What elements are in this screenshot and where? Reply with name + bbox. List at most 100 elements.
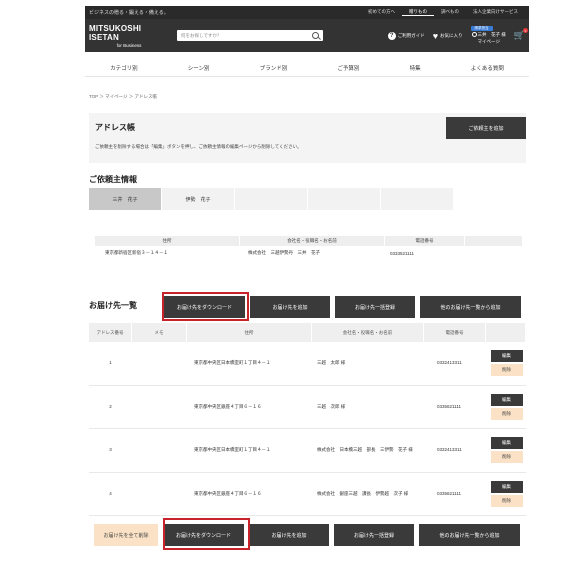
top-link-search[interactable]: 調べもの: [434, 9, 466, 16]
nav-faq[interactable]: よくある質問: [471, 64, 504, 72]
row-phone: 0332413311: [437, 360, 462, 366]
cart-icon[interactable]: 🛒 0: [514, 28, 528, 41]
highlight-box-bottom: [163, 518, 250, 550]
requester-tab-1[interactable]: 三井 花子: [89, 188, 161, 210]
delete-button[interactable]: 削除: [490, 407, 523, 420]
nav-category[interactable]: カテゴリ別: [110, 64, 138, 72]
page-description: ご依頼主を削除する場合は「編集」ボタンを押し、ご依頼主情報の編集ページから削除し…: [95, 144, 302, 149]
edit-button[interactable]: 編集: [490, 480, 523, 493]
logo[interactable]: MITSUKOSHI ISETAN for Business: [89, 24, 169, 48]
requester-address: 東京都新宿区新宿３－１４－１: [105, 250, 168, 255]
bulk-register-button[interactable]: お届け先一括登録: [335, 296, 415, 318]
row-address: 東京都中央区日本橋室町１丁目４－１: [194, 360, 271, 366]
top-links: 初めての方へ 贈りもの 調べもの 法人企業向けサービス: [361, 9, 525, 16]
nav-brand[interactable]: ブランド別: [260, 64, 288, 72]
delete-button[interactable]: 削除: [490, 451, 523, 464]
requester-title: ご依頼主情報: [89, 175, 137, 184]
row-actions: 編集 削除: [487, 342, 526, 385]
header-icons: ? ご利用ガイド ♥ お気に入り 請求担当 三井 花子 様 マイページ 🛒 0: [387, 26, 528, 45]
delete-all-button[interactable]: お届け先を全て削除: [94, 524, 158, 546]
col-empty: [465, 236, 523, 246]
guide-link[interactable]: ? ご利用ガイド: [387, 31, 425, 40]
top-link-gifts[interactable]: 贈りもの: [402, 9, 434, 16]
bulk-register-button-bottom[interactable]: お届け先一括登録: [334, 524, 414, 546]
person-icon: [471, 32, 477, 38]
requester-tabs: 三井 花子 伊勢 花子: [89, 188, 453, 210]
edit-button[interactable]: 編集: [490, 437, 523, 450]
row-number: 4: [109, 490, 112, 496]
col-phone: 電話番号: [385, 236, 465, 246]
row-name: 株式会社 銀座三越 課長 伊勢越 次子 様: [317, 490, 409, 496]
nav-scene[interactable]: シーン別: [188, 64, 210, 72]
row-actions: 編集 削除: [487, 386, 526, 429]
requester-tab-2[interactable]: 伊勢 花子: [162, 188, 234, 210]
tagline: ビジネスの贈る・鍛える・備える。: [89, 10, 169, 16]
table-row: 1 東京都中央区日本橋室町１丁目４－１ 三越 太郎 様 0332413311 編…: [89, 342, 526, 386]
requester-name: 株式会社 三越伊勢丹 三井 花子: [248, 250, 320, 255]
row-phone: 0335621111: [437, 490, 462, 496]
heart-icon: ♥: [432, 30, 439, 41]
col-address-no: アドレス番号: [89, 323, 132, 342]
delivery-table: アドレス番号 メモ 住所 会社名・役職名・お名前 電話番号 1 東京都中央区日本…: [89, 323, 526, 516]
row-memo: [132, 429, 194, 472]
delivery-table-header: アドレス番号 メモ 住所 会社名・役職名・お名前 電話番号: [89, 323, 526, 342]
edit-button[interactable]: 編集: [490, 350, 523, 363]
question-icon: ?: [387, 31, 396, 40]
search-input[interactable]: 何をお探しですか？: [177, 30, 323, 41]
add-from-other-button-bottom[interactable]: 他のお届け先一覧から追加: [419, 524, 520, 546]
row-name: 三越 次郎 様: [317, 403, 346, 409]
requester-tab-3[interactable]: [235, 188, 307, 210]
favorites-label: お気に入り: [440, 32, 463, 38]
add-delivery-button-bottom[interactable]: お届け先を追加: [249, 524, 329, 546]
edit-button[interactable]: 編集: [490, 393, 523, 406]
col-delivery-address: 住所: [187, 323, 312, 342]
row-number: 2: [109, 403, 112, 409]
add-requester-button[interactable]: ご依頼主を追加: [446, 117, 526, 139]
col-address: 住所: [95, 236, 240, 246]
delivery-title: お届け先一覧: [89, 301, 137, 310]
add-delivery-button[interactable]: お届け先を追加: [250, 296, 330, 318]
row-address: 東京都中央区日本橋室町１丁目４－１: [194, 447, 271, 453]
requester-phone: 0333521111: [390, 250, 415, 256]
table-row: 2 東京都中央区銀座４丁目６－１６ 三越 次郎 様 0335621111 編集 …: [89, 386, 526, 429]
delete-button[interactable]: 削除: [490, 494, 523, 507]
search-icon[interactable]: [312, 32, 319, 39]
row-name: 三越 太郎 様: [317, 360, 346, 366]
delivery-bottom-actions: お届け先を全て削除 お届け先をダウンロード お届け先を追加 お届け先一括登録 他…: [94, 524, 520, 546]
favorites-link[interactable]: ♥ お気に入り: [432, 30, 463, 41]
row-actions: 編集 削除: [487, 473, 526, 516]
nav-budget[interactable]: ご予算別: [337, 64, 359, 72]
account-menu[interactable]: 請求担当 三井 花子 様 マイページ: [470, 26, 506, 45]
cart-count: 0: [523, 28, 528, 33]
table-row: 4 東京都中央区銀座４丁目６－１６ 株式会社 銀座三越 課長 伊勢越 次子 様 …: [89, 473, 526, 516]
row-address: 東京都中央区銀座４丁目６－１６: [194, 490, 262, 496]
address-book-card: アドレス帳 ご依頼主を削除する場合は「編集」ボタンを押し、ご依頼主情報の編集ペー…: [89, 113, 526, 163]
row-address: 東京都中央区銀座４丁目６－１６: [194, 403, 262, 409]
row-number: 3: [109, 447, 112, 453]
page-title: アドレス帳: [95, 123, 135, 132]
account-badge: 請求担当: [470, 26, 493, 31]
row-phone: 0335621111: [437, 403, 462, 409]
breadcrumb[interactable]: TOP ＞ マイページ ＞ アドレス帳: [89, 94, 157, 100]
top-bar: ビジネスの贈る・鍛える・備える。 初めての方へ 贈りもの 調べもの 法人企業向け…: [85, 6, 529, 19]
table-row: 3 東京都中央区日本橋室町１丁目４－１ 株式会社 日本橋三越 部長 三伊勢 花子…: [89, 429, 526, 473]
row-name: 株式会社 日本橋三越 部長 三伊勢 花子 様: [317, 447, 413, 453]
row-memo: [132, 342, 194, 385]
requester-tab-4[interactable]: [308, 188, 380, 210]
mypage-link[interactable]: マイページ: [478, 39, 500, 45]
search-placeholder: 何をお探しですか？: [181, 32, 222, 38]
col-delivery-name: 会社名・役職名・お名前: [312, 323, 424, 342]
delete-button[interactable]: 削除: [490, 364, 523, 377]
top-link-corporate[interactable]: 法人企業向けサービス: [466, 9, 525, 16]
account-name: 三井 花子 様: [477, 32, 506, 37]
requester-tab-5[interactable]: [381, 188, 453, 210]
row-actions: 編集 削除: [487, 429, 526, 472]
top-link-guide[interactable]: 初めての方へ: [361, 9, 402, 16]
row-memo: [132, 386, 194, 429]
col-actions: [486, 323, 526, 342]
highlight-box: [162, 292, 249, 321]
row-memo: [132, 473, 194, 516]
add-from-other-button[interactable]: 他のお届け先一覧から追加: [420, 296, 521, 318]
nav-feature[interactable]: 特集: [410, 64, 421, 72]
col-memo: メモ: [132, 323, 187, 342]
